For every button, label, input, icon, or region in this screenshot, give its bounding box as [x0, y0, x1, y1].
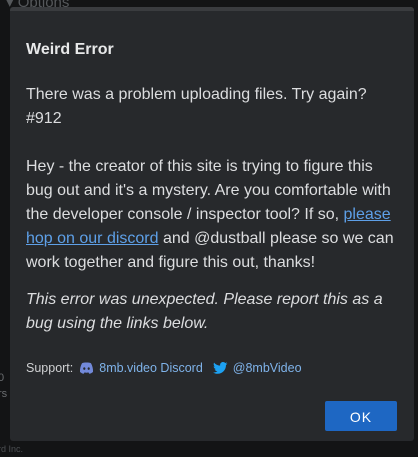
support-label: Support: — [26, 361, 74, 375]
background-footer-fragment: rd Inc. — [0, 444, 24, 454]
background-text-fragment: rs — [0, 388, 8, 400]
developer-help-request: Hey - the creator of this site is trying… — [26, 155, 398, 275]
dialog-title: Weird Error — [26, 41, 114, 58]
help-text-before-link: Hey - the creator of this site is trying… — [26, 158, 391, 223]
background-number-fragment: 0 — [0, 372, 5, 384]
twitter-support-link[interactable]: @8mbVideo — [233, 361, 302, 375]
error-dialog: Weird Error There was a problem uploadin… — [10, 7, 414, 441]
ok-button[interactable]: OK — [325, 401, 397, 431]
unexpected-error-note: This error was unexpected. Please report… — [26, 291, 383, 332]
discord-support-link[interactable]: 8mb.video Discord — [99, 361, 203, 375]
discord-icon — [79, 362, 94, 374]
support-links: Support: 8mb.video Discord @8mbVideo — [26, 361, 302, 375]
error-message: There was a problem uploading files. Try… — [26, 86, 367, 127]
twitter-icon — [212, 362, 228, 374]
